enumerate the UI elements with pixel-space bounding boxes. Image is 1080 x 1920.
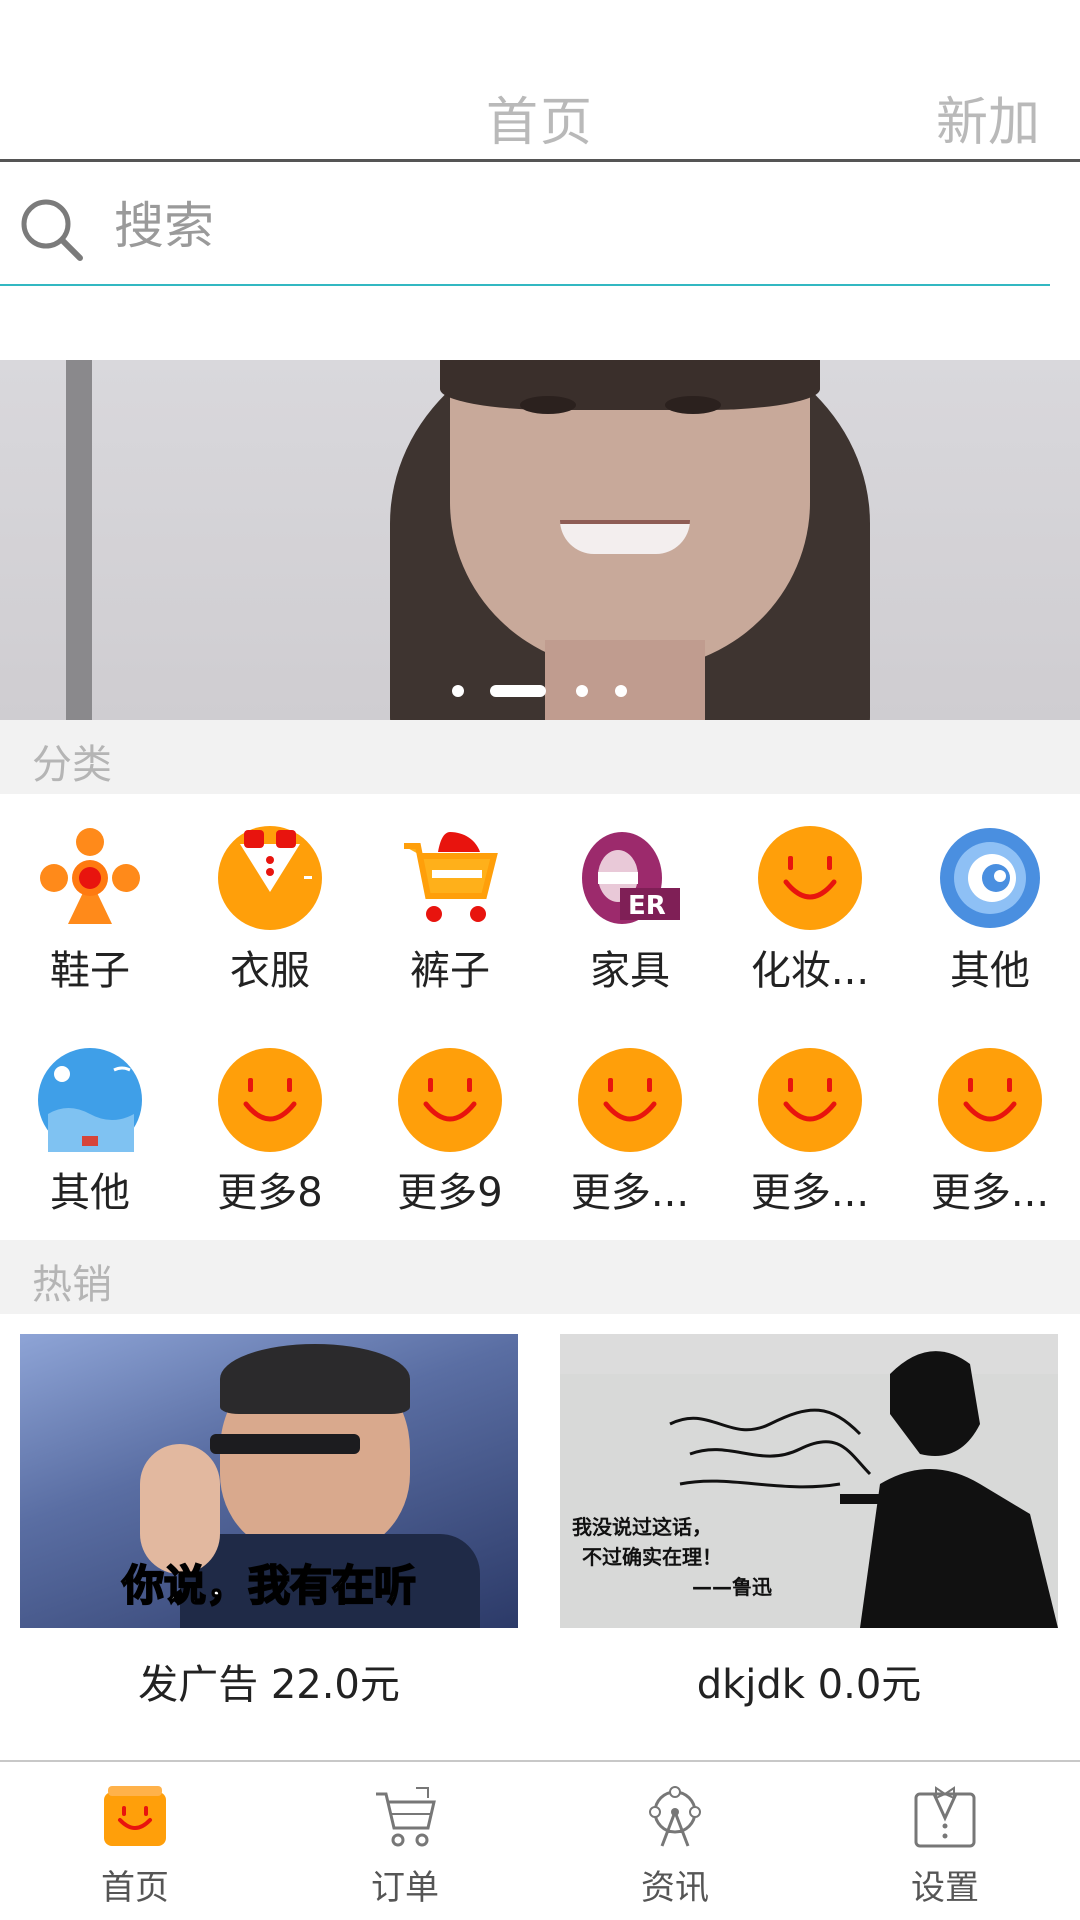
category-item[interactable]: 衣服 [180,826,360,1026]
category-label: 衣服 [230,948,310,994]
search-icon[interactable] [18,196,84,262]
page-title: 首页 [485,93,594,153]
nav-label: 设置 [911,1868,979,1908]
category-label: 家具 [590,948,670,994]
category-item[interactable]: 其他 [0,1048,180,1248]
carousel-dot[interactable] [615,685,627,697]
search-bar [0,164,1050,286]
cart-icon [376,1787,436,1847]
nav-label: 资讯 [641,1868,709,1908]
smiley-icon [578,1048,682,1152]
product-image-text-line: 不过确实在理！ [582,1545,722,1569]
ferris-wheel-icon [649,1786,701,1847]
orange-people-icon [40,828,140,924]
hot-section-header: 热销 [0,1240,1080,1314]
svg-text:ER: ER [628,891,666,921]
purple-er-logo-icon: ER [582,832,680,924]
category-label: 更多... [930,1170,1050,1216]
nav-item-home[interactable]: 首页 [0,1762,270,1920]
category-label: 裤子 [410,948,490,994]
product-image: 我没说过这话， 不过确实在理！ ——鲁迅 [560,1334,1058,1628]
category-label: 化妆... [750,948,870,994]
category-label: 其他 [950,948,1030,994]
blue-sky-icon [38,1048,142,1152]
home-screen: 首页 新加 分类 [0,0,1080,1920]
bottom-nav: 首页 订单 资讯 设置 [0,1760,1080,1920]
carousel-indicator [0,680,1080,700]
smiley-icon [218,1048,322,1152]
hot-section-title: 热销 [32,1262,112,1308]
carousel-dot-active[interactable] [490,685,546,697]
tuxedo-icon [914,1786,976,1848]
smiley-icon [758,826,862,930]
category-item[interactable]: 化妆... [720,826,900,1026]
category-label: 更多8 [217,1170,323,1216]
new-add-button[interactable]: 新加 [936,80,1040,155]
category-item[interactable]: 其他 [900,826,1080,1026]
carousel-dot[interactable] [576,685,588,697]
category-label: 更多... [750,1170,870,1216]
home-bag-icon [104,1786,166,1846]
category-item[interactable]: 裤子 [360,826,540,1026]
nav-item-settings[interactable]: 设置 [810,1762,1080,1920]
product-caption: dkjdk 0.0元 [696,1662,922,1708]
category-item[interactable]: 更多... [900,1048,1080,1248]
category-item[interactable]: 更多9 [360,1048,540,1248]
smiley-icon [938,1048,1042,1152]
search-input[interactable] [112,188,1016,264]
nav-label: 订单 [371,1868,439,1908]
category-label: 鞋子 [50,948,130,994]
smiley-icon [398,1048,502,1152]
category-label: 更多9 [397,1170,503,1216]
category-item[interactable]: 更多... [720,1048,900,1248]
nav-item-orders[interactable]: 订单 [270,1762,540,1920]
category-section-title: 分类 [32,742,112,788]
category-item[interactable]: 更多8 [180,1048,360,1248]
category-item[interactable]: 鞋子 [0,826,180,1026]
category-item[interactable]: ER 家具 [540,826,720,1026]
nav-item-news[interactable]: 资讯 [540,1762,810,1920]
category-section-header: 分类 [0,720,1080,794]
carousel-dot[interactable] [452,685,464,697]
product-image-text-line: 我没说过这话， [572,1515,712,1539]
orange-shirt-icon [218,826,322,930]
product-image-text: 你说，我有在听 [121,1560,417,1611]
product-image-text-line: ——鲁迅 [692,1575,772,1599]
smiley-icon [758,1048,862,1152]
nav-label: 首页 [101,1868,169,1908]
shopping-cart-icon [404,832,498,922]
product-card[interactable]: 我没说过这话， 不过确实在理！ ——鲁迅 dkjdk 0.0元 [560,1334,1058,1714]
category-item[interactable]: 更多... [540,1048,720,1248]
product-caption: 发广告 22.0元 [138,1662,400,1708]
banner-carousel[interactable] [0,360,1080,720]
category-label: 其他 [50,1170,130,1216]
blue-swirl-icon [940,828,1040,928]
category-label: 更多... [570,1170,690,1216]
product-card[interactable]: 你说，我有在听 发广告 22.0元 [20,1334,518,1714]
top-bar: 首页 新加 [0,0,1080,162]
product-image: 你说，我有在听 [20,1334,518,1628]
